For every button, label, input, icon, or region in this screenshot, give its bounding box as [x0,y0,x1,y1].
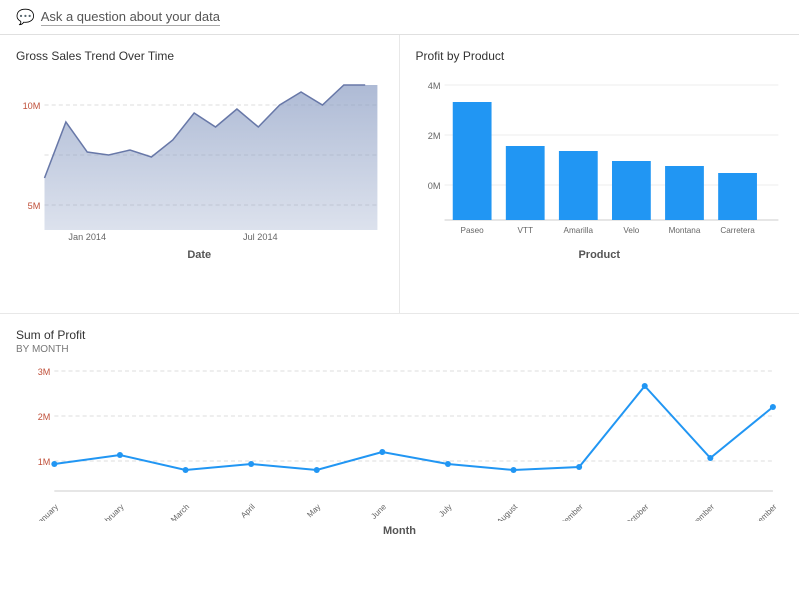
svg-text:November: November [683,502,716,521]
gross-sales-panel: Gross Sales Trend Over Time 10M 5M [0,35,400,314]
profit-product-x-label: Product [416,249,784,261]
svg-text:March: March [169,502,191,521]
svg-text:September: September [551,502,585,521]
gross-sales-title: Gross Sales Trend Over Time [16,49,383,63]
svg-text:Jul 2014: Jul 2014 [243,232,278,242]
dashboard: Gross Sales Trend Over Time 10M 5M [0,35,799,588]
svg-text:Paseo: Paseo [460,226,484,235]
gross-sales-x-label: Date [16,249,383,261]
svg-text:April: April [239,502,257,520]
profit-product-title: Profit by Product [416,49,784,63]
svg-text:January: January [33,502,60,521]
svg-text:February: February [96,502,125,521]
svg-text:4M: 4M [427,81,440,91]
sum-profit-title: Sum of Profit [16,328,783,342]
svg-text:June: June [369,501,388,520]
svg-text:10M: 10M [23,101,41,111]
sum-profit-panel: Sum of Profit BY MONTH 3M 2M 1M [0,314,799,589]
svg-text:Carretera: Carretera [720,226,755,235]
svg-text:Velo: Velo [623,226,639,235]
svg-text:Jan 2014: Jan 2014 [68,232,106,242]
svg-text:October: October [624,502,651,521]
profit-product-chart: 4M 2M 0M Paseo VTT Amarilla Velo Montana [416,65,784,245]
sum-profit-x-label: Month [16,525,783,537]
ask-question-text[interactable]: Ask a question about your data [41,9,220,26]
svg-text:0M: 0M [427,181,440,191]
gross-sales-chart: 10M 5M Jan 2014 Jul 2014 [16,65,383,245]
svg-text:May: May [305,502,322,519]
svg-text:December: December [746,502,779,521]
chat-icon: 💬 [16,8,35,26]
svg-text:5M: 5M [28,201,41,211]
svg-text:July: July [437,502,454,518]
top-bar[interactable]: 💬 Ask a question about your data [0,0,799,35]
svg-text:2M: 2M [427,131,440,141]
svg-text:2M: 2M [38,412,51,422]
svg-text:Amarilla: Amarilla [563,226,593,235]
svg-text:August: August [495,501,520,520]
sum-profit-chart: 3M 2M 1M January Februar [16,361,783,521]
profit-product-panel: Profit by Product 4M 2M 0M Paseo VTT [400,35,799,314]
svg-text:1M: 1M [38,457,51,467]
svg-text:VTT: VTT [517,226,532,235]
sum-profit-subtitle: BY MONTH [16,344,783,355]
svg-text:3M: 3M [38,367,51,377]
svg-text:Montana: Montana [668,226,700,235]
